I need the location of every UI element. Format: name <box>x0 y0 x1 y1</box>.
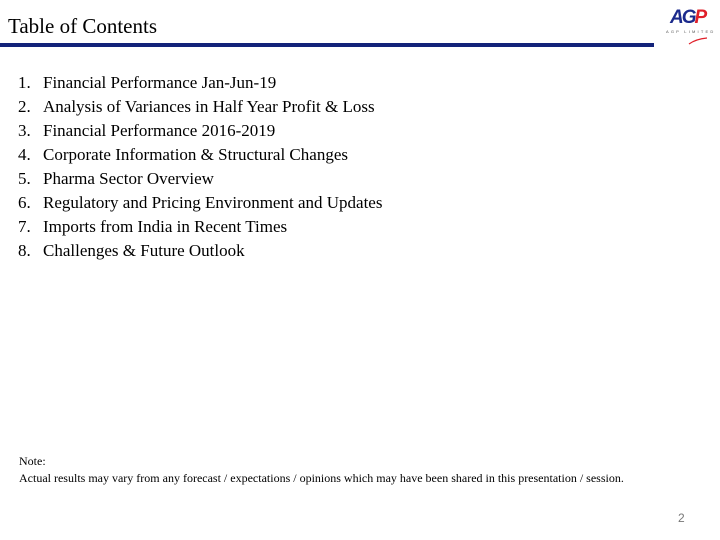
toc-item[interactable]: 5. Pharma Sector Overview <box>18 167 382 191</box>
toc-item-label: Corporate Information & Structural Chang… <box>43 145 348 164</box>
toc-item-label: Imports from India in Recent Times <box>43 217 288 236</box>
toc-item-number: 3. <box>18 121 31 140</box>
toc-item[interactable]: 8. Challenges & Future Outlook <box>18 239 382 263</box>
toc-item[interactable]: 7. Imports from India in Recent Times <box>18 215 382 239</box>
logo-swoosh-icon <box>688 37 708 45</box>
company-logo: AGP AGP LIMITED <box>662 6 714 46</box>
toc-item[interactable]: 6. Regulatory and Pricing Environment and… <box>18 191 382 215</box>
note-text: Actual results may vary from any forecas… <box>19 471 624 485</box>
page-number: 2 <box>678 511 685 525</box>
logo-p-text: P <box>694 7 708 28</box>
toc-item-label: Challenges & Future Outlook <box>43 241 245 260</box>
toc-item-label: Pharma Sector Overview <box>43 169 214 188</box>
logo-wordmark: AGP <box>670 7 708 28</box>
logo-ag-text: AG <box>670 7 696 28</box>
toc-item[interactable]: 4. Corporate Information & Structural Cha… <box>18 143 382 167</box>
toc-item-number: 8. <box>18 241 31 260</box>
toc-item[interactable]: 1. Financial Performance Jan-Jun-19 <box>18 71 382 95</box>
toc-item-label: Analysis of Variances in Half Year Profi… <box>43 97 375 116</box>
toc-item-number: 1. <box>18 73 31 92</box>
table-of-contents-list: 1. Financial Performance Jan-Jun-19 2. Ana… <box>18 71 382 263</box>
note-heading: Note: <box>19 454 46 468</box>
toc-item-number: 7. <box>18 217 31 236</box>
toc-item-number: 4. <box>18 145 31 164</box>
toc-item[interactable]: 3. Financial Performance 2016-2019 <box>18 119 382 143</box>
disclaimer-note: Note: Actual results may vary from any f… <box>19 453 699 487</box>
toc-item-label: Financial Performance Jan-Jun-19 <box>43 73 277 92</box>
logo-tagline: AGP LIMITED <box>666 29 716 34</box>
toc-item-number: 5. <box>18 169 31 188</box>
toc-item-label: Regulatory and Pricing Environment and U… <box>43 193 383 212</box>
toc-item-number: 2. <box>18 97 31 116</box>
page-title: Table of Contents <box>8 14 157 38</box>
toc-item-number: 6. <box>18 193 31 212</box>
toc-item-label: Financial Performance 2016-2019 <box>43 121 276 140</box>
title-underline-bar <box>0 43 654 47</box>
toc-item[interactable]: 2. Analysis of Variances in Half Year Pro… <box>18 95 382 119</box>
